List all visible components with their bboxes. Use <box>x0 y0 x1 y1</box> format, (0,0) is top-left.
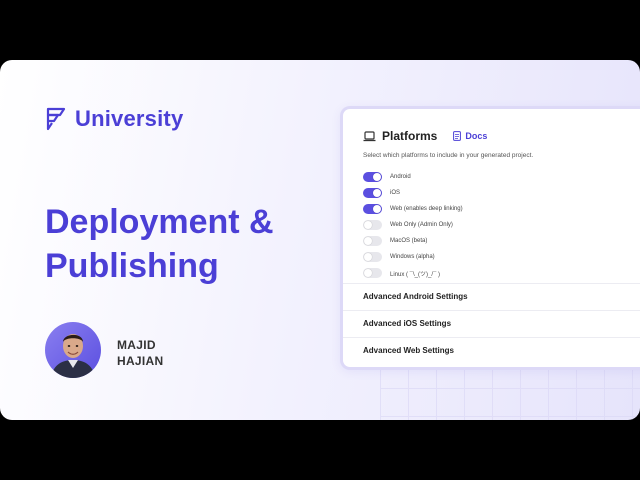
title-line-1: Deployment & <box>45 203 274 241</box>
platform-toggle-windows[interactable] <box>363 252 382 262</box>
platform-label: iOS <box>390 190 401 196</box>
platform-toggle-web-only[interactable] <box>363 220 382 230</box>
platform-toggle-web[interactable] <box>363 204 382 214</box>
platform-label: Web (enables deep linking) <box>390 206 463 212</box>
panel-description: Select which platforms to include in you… <box>363 152 534 159</box>
author-last: HAJIAN <box>117 354 164 368</box>
platform-toggle-linux[interactable] <box>363 268 382 278</box>
author-name: MAJID HAJIAN <box>117 337 163 369</box>
panel-title: Platforms <box>382 129 438 143</box>
platform-item-macos: MacOS (beta) <box>363 233 463 249</box>
platform-item-web-only: Web Only (Admin Only) <box>363 217 463 233</box>
advanced-label: Advanced Web Settings <box>363 346 454 355</box>
page-title: Deployment & Publishing <box>45 200 274 288</box>
title-line-2: Publishing <box>45 247 219 285</box>
person-avatar-icon <box>45 322 101 378</box>
laptop-icon <box>363 130 376 141</box>
platform-item-windows: Windows (alpha) <box>363 249 463 265</box>
avatar <box>45 322 101 378</box>
advanced-label: Advanced iOS Settings <box>363 319 452 328</box>
docs-link[interactable]: Docs <box>453 131 487 141</box>
platforms-panel: Platforms Docs Select which platforms to… <box>340 106 640 370</box>
platform-list: Android iOS Web (enables deep linking) W… <box>363 169 463 281</box>
platform-label: Web Only (Admin Only) <box>390 222 453 228</box>
document-icon <box>453 131 462 141</box>
platform-toggle-android[interactable] <box>363 172 382 182</box>
platform-toggle-ios[interactable] <box>363 188 382 198</box>
platform-label: Android <box>390 174 411 180</box>
advanced-ios-settings[interactable]: Advanced iOS Settings <box>343 310 640 336</box>
platform-item-android: Android <box>363 169 463 185</box>
platform-label: Windows (alpha) <box>390 254 435 260</box>
platform-item-web: Web (enables deep linking) <box>363 201 463 217</box>
advanced-web-settings[interactable]: Advanced Web Settings <box>343 337 640 363</box>
platform-item-ios: iOS <box>363 185 463 201</box>
brand-name: University <box>75 106 184 131</box>
advanced-label: Advanced Android Settings <box>363 292 468 301</box>
platform-label: Linux ( ¯\_(ツ)_/¯ ) <box>390 271 440 278</box>
platform-toggle-macos[interactable] <box>363 236 382 246</box>
advanced-android-settings[interactable]: Advanced Android Settings <box>343 283 640 309</box>
author-first: MAJID <box>117 338 156 352</box>
docs-label: Docs <box>465 131 488 141</box>
platform-label: MacOS (beta) <box>390 238 428 244</box>
platform-item-linux: Linux ( ¯\_(ツ)_/¯ ) <box>363 265 463 281</box>
panel-header: Platforms Docs <box>363 129 487 143</box>
university-logo-icon <box>46 107 66 131</box>
brand: University <box>45 106 183 132</box>
